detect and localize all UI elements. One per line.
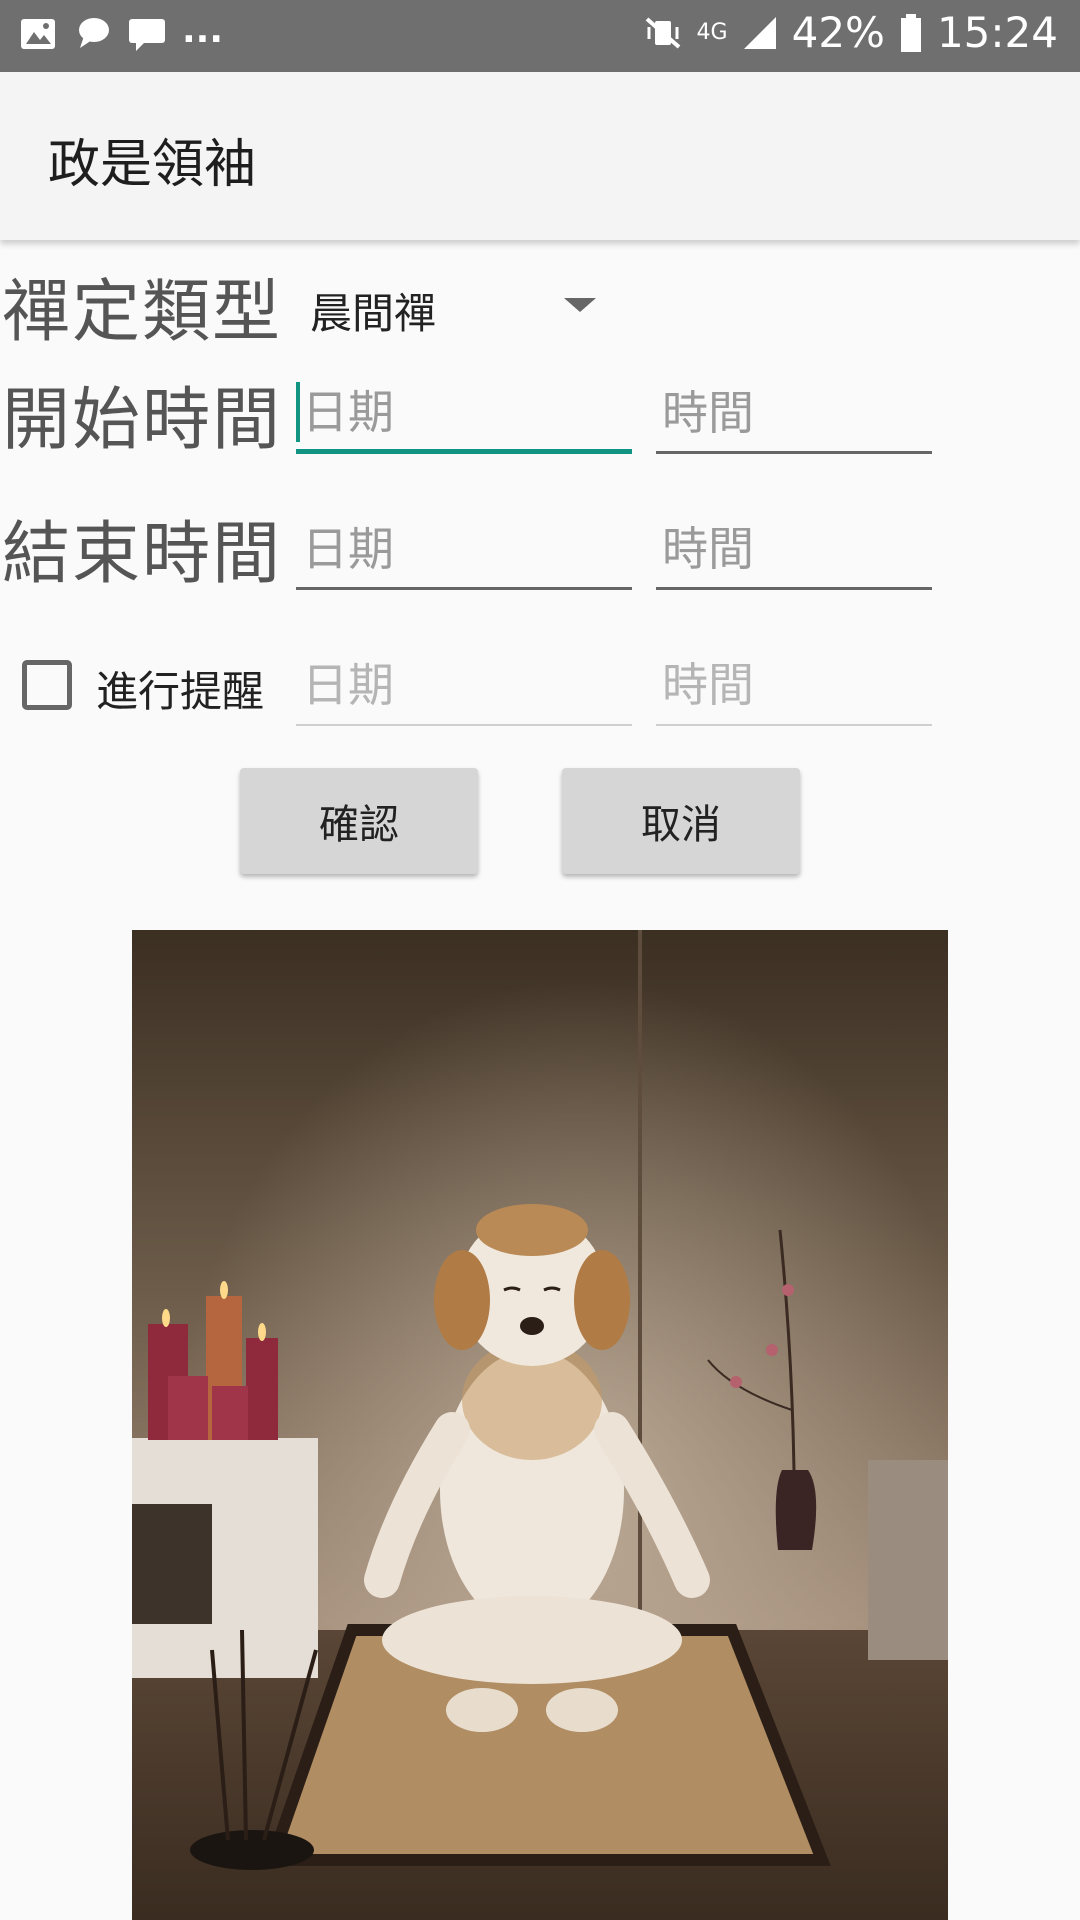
reminder-time-input[interactable]	[656, 646, 932, 724]
page-title: 政是領袖	[48, 135, 257, 195]
dropdown-arrow-icon	[564, 298, 596, 312]
reminder-time-field[interactable]	[656, 646, 932, 726]
start-time-label: 開始時間	[2, 381, 283, 460]
end-time-label: 結束時間	[2, 515, 283, 594]
reminder-checkbox[interactable]	[22, 660, 72, 710]
reminder-label: 進行提醒	[96, 667, 265, 716]
end-date-input[interactable]	[296, 510, 632, 587]
battery-icon	[900, 13, 921, 52]
notification-icons: ...	[18, 10, 223, 54]
image-icon	[21, 19, 55, 49]
signal-icon	[743, 16, 776, 49]
start-date-field[interactable]	[296, 374, 632, 454]
start-time-input[interactable]	[656, 374, 932, 451]
meditation-type-value: 晨間禪	[310, 289, 437, 338]
cancel-button[interactable]: 取消	[562, 768, 800, 874]
app-bar: 政是領袖	[0, 72, 1080, 240]
vibrate-mute-icon	[645, 16, 680, 49]
meditation-type-dropdown[interactable]: 晨間禪	[296, 270, 596, 340]
end-time-input[interactable]	[656, 510, 932, 587]
end-date-field[interactable]	[296, 510, 632, 590]
meditating-dog-illustration	[132, 930, 948, 1920]
reminder-date-input[interactable]	[296, 646, 632, 724]
reminder-date-field[interactable]	[296, 646, 632, 726]
message-icon	[129, 19, 165, 51]
meditating-dog-image	[132, 930, 948, 1920]
start-date-input[interactable]	[296, 374, 632, 449]
system-indicators: 4G 42% 15:24	[643, 8, 1058, 57]
meditation-type-label: 禪定類型	[2, 273, 283, 352]
confirm-button[interactable]: 確認	[240, 768, 478, 874]
start-time-field[interactable]	[656, 374, 932, 454]
status-bar: ... 4G 42% 15:24	[0, 0, 1080, 72]
end-time-field[interactable]	[656, 510, 932, 590]
battery-percent: 42%	[791, 8, 885, 57]
more-notifications: ...	[182, 9, 224, 51]
clock: 15:24	[936, 8, 1058, 57]
chat-bubble-icon	[79, 18, 109, 48]
network-type: 4G	[696, 19, 728, 45]
